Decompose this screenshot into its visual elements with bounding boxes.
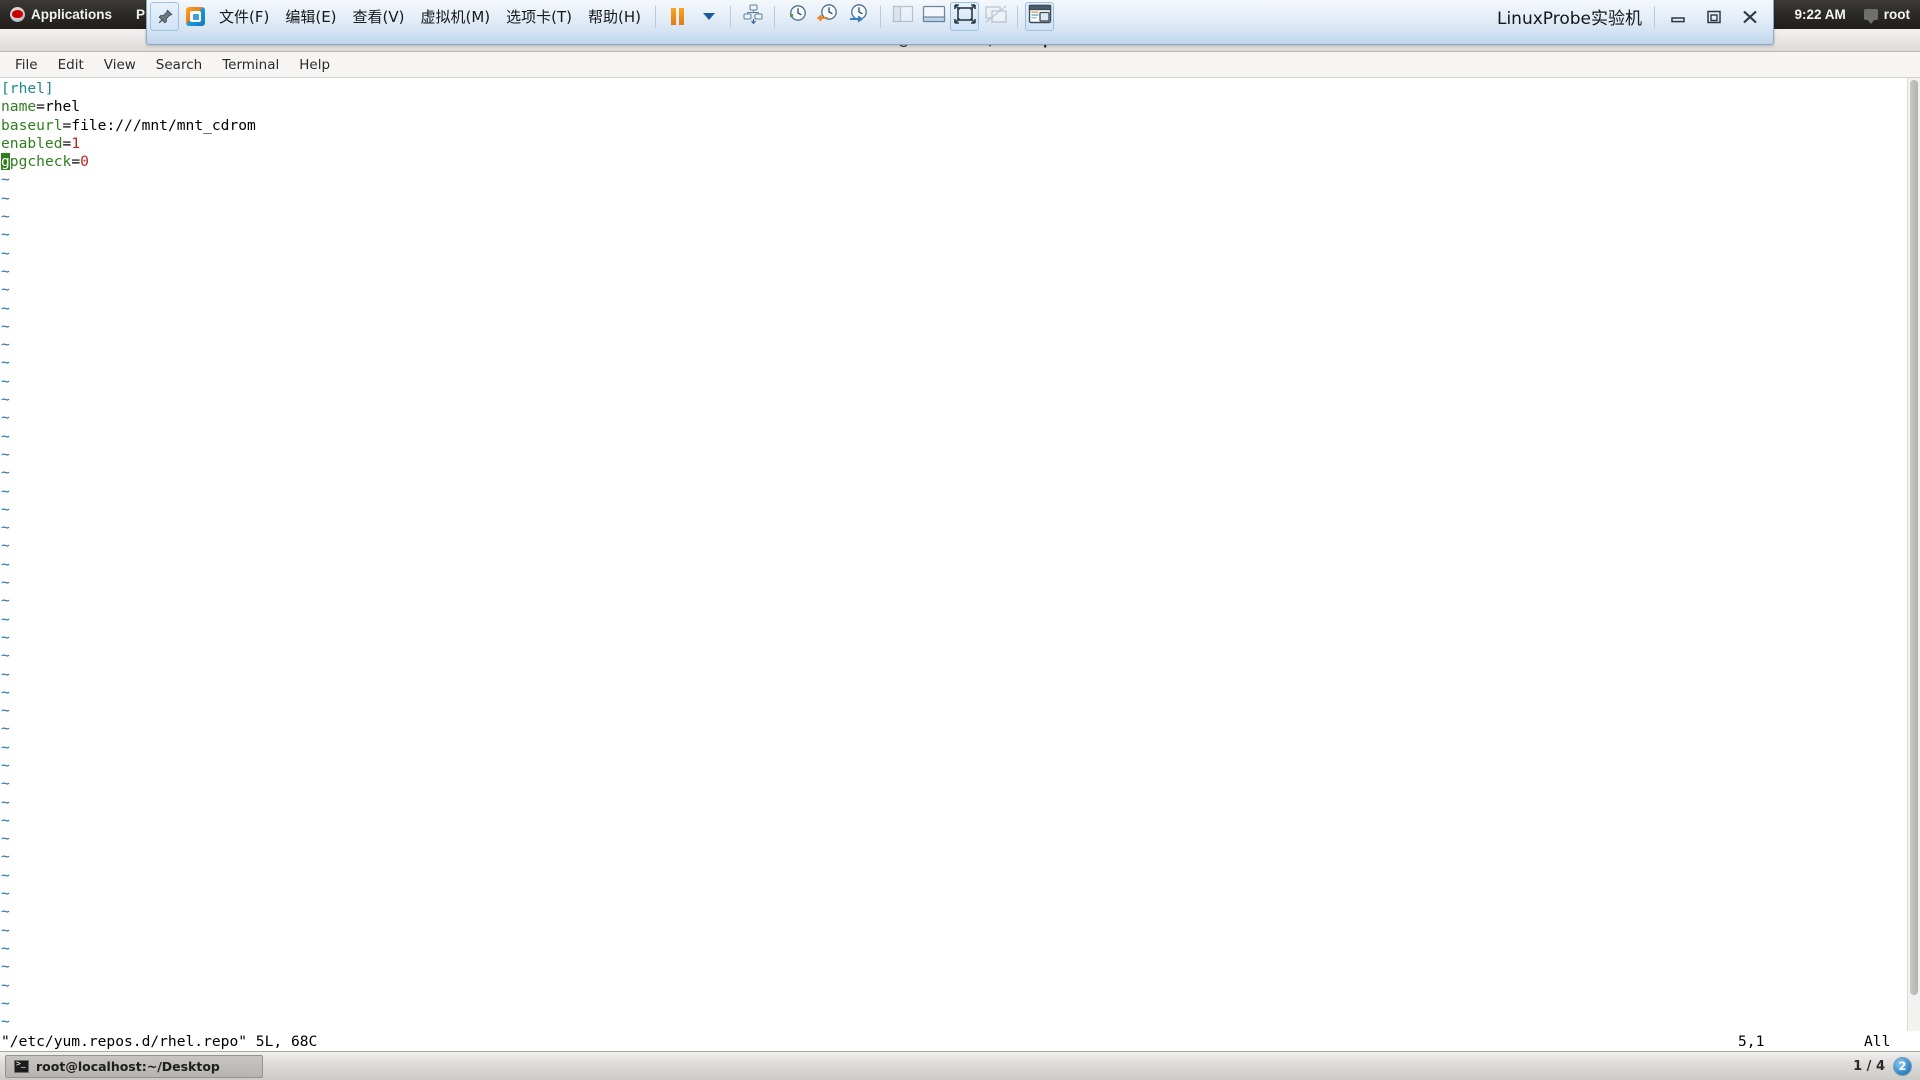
menu-edit[interactable]: Edit <box>49 54 93 76</box>
take-snapshot-icon <box>785 3 809 30</box>
vm-menu-help[interactable]: 帮助(H) <box>580 3 649 30</box>
vmware-close-button[interactable] <box>1733 3 1767 31</box>
revert-snapshot-button[interactable] <box>813 2 842 31</box>
toolbar-separator-3 <box>774 5 776 28</box>
suspend-button[interactable] <box>663 2 692 31</box>
vmware-logo-icon <box>186 7 205 26</box>
vmware-minimize-button[interactable] <box>1661 3 1695 31</box>
menu-view[interactable]: View <box>95 54 145 76</box>
taskbar-window-button[interactable]: root@localhost:~/Desktop <box>5 1054 263 1078</box>
vmware-restore-button[interactable] <box>1697 3 1731 31</box>
vim-buffer[interactable]: [rhel] name=rhel baseurl=file:///mnt/mnt… <box>0 78 1907 1031</box>
snapshot-manager-button[interactable] <box>738 2 767 31</box>
panel-clock[interactable]: 9:22 AM <box>1794 7 1845 22</box>
fullscreen-icon <box>953 4 976 29</box>
show-thumbnails-button[interactable] <box>919 2 948 31</box>
taskbar-right-group: 1 / 4 2 <box>1853 1056 1920 1076</box>
menu-file[interactable]: File <box>6 54 47 76</box>
terminal-icon <box>14 1059 29 1073</box>
messages-icon <box>1863 9 1878 24</box>
manage-snapshots-button[interactable] <box>844 2 873 31</box>
panel-user-label: root <box>1883 7 1910 22</box>
vim-scroll-indicator: All <box>1864 1032 1891 1050</box>
vm-menu-file[interactable]: 文件(F) <box>211 3 277 30</box>
menu-terminal[interactable]: Terminal <box>213 54 288 76</box>
scrollbar-thumb[interactable] <box>1910 80 1918 995</box>
bottom-taskbar: root@localhost:~/Desktop 1 / 4 2 <box>0 1051 1920 1080</box>
power-dropdown-button[interactable] <box>694 2 723 31</box>
terminal-scrollbar[interactable] <box>1907 78 1920 1031</box>
menu-help[interactable]: Help <box>290 54 339 76</box>
show-thumbnails-icon <box>922 5 946 28</box>
vmware-toolbar: 文件(F) 编辑(E) 查看(V) 虚拟机(M) 选项卡(T) 帮助(H) Li… <box>147 0 1773 33</box>
red-hat-logo-icon <box>10 7 25 22</box>
pin-icon <box>156 8 174 26</box>
revert-snapshot-icon <box>816 3 840 30</box>
taskbar-window-label: root@localhost:~/Desktop <box>36 1058 220 1074</box>
vim-cursor-position: 5,1 <box>1738 1032 1765 1050</box>
toolbar-separator-1 <box>655 5 657 28</box>
vm-menu-view[interactable]: 查看(V) <box>345 3 413 30</box>
workspace-badge[interactable]: 2 <box>1893 1056 1912 1076</box>
vm-menu-vm[interactable]: 虚拟机(M) <box>413 3 499 30</box>
vim-status-file: "/etc/yum.repos.d/rhel.repo" 5L, 68C <box>1 1032 318 1050</box>
fullscreen-button[interactable] <box>950 2 980 31</box>
toolbar-separator-2 <box>730 5 732 28</box>
snapshot-manager-icon <box>742 3 764 30</box>
terminal-body[interactable]: [rhel] name=rhel baseurl=file:///mnt/mnt… <box>0 78 1920 1031</box>
toolbar-separator-6 <box>1654 5 1655 28</box>
show-library-icon <box>892 5 914 28</box>
vmware-logo-button[interactable] <box>181 2 210 31</box>
toolbar-separator-4 <box>880 5 882 28</box>
unity-mode-button[interactable] <box>981 2 1010 31</box>
dropdown-caret-icon <box>702 13 715 20</box>
panel-right-group: 9:22 AM root <box>1794 7 1920 24</box>
vm-menu-tabs[interactable]: 选项卡(T) <box>498 3 580 30</box>
toolbar-separator-5 <box>1017 5 1019 28</box>
console-view-button[interactable] <box>1025 2 1055 31</box>
console-view-icon <box>1028 4 1052 29</box>
vmware-workstation-window: 文件(F) 编辑(E) 查看(V) 虚拟机(M) 选项卡(T) 帮助(H) Li… <box>146 0 1774 45</box>
pin-button[interactable] <box>150 2 179 31</box>
take-snapshot-button[interactable] <box>782 2 811 31</box>
terminal-window: root@localhost:~/Desktop File Edit View … <box>0 29 1920 1051</box>
manage-snapshots-icon <box>847 3 871 30</box>
show-library-button[interactable] <box>888 2 917 31</box>
vim-status-line: "/etc/yum.repos.d/rhel.repo" 5L, 68C 5,1… <box>0 1031 1920 1051</box>
applications-menu[interactable]: Applications <box>5 5 117 24</box>
workspace-indicator[interactable]: 1 / 4 <box>1853 1059 1885 1074</box>
panel-user-menu[interactable]: root <box>1863 7 1910 24</box>
vm-menu-edit[interactable]: 编辑(E) <box>277 3 344 30</box>
unity-mode-icon <box>984 4 1008 29</box>
pause-icon <box>671 8 685 25</box>
applications-menu-label: Applications <box>31 7 113 22</box>
vmware-window-title: LinuxProbe实验机 <box>1496 9 1642 29</box>
menu-search[interactable]: Search <box>147 54 211 76</box>
terminal-menubar: File Edit View Search Terminal Help <box>0 52 1920 78</box>
vmware-window-controls <box>1661 3 1771 31</box>
panel-left-group: Applications Pl <box>0 5 154 24</box>
